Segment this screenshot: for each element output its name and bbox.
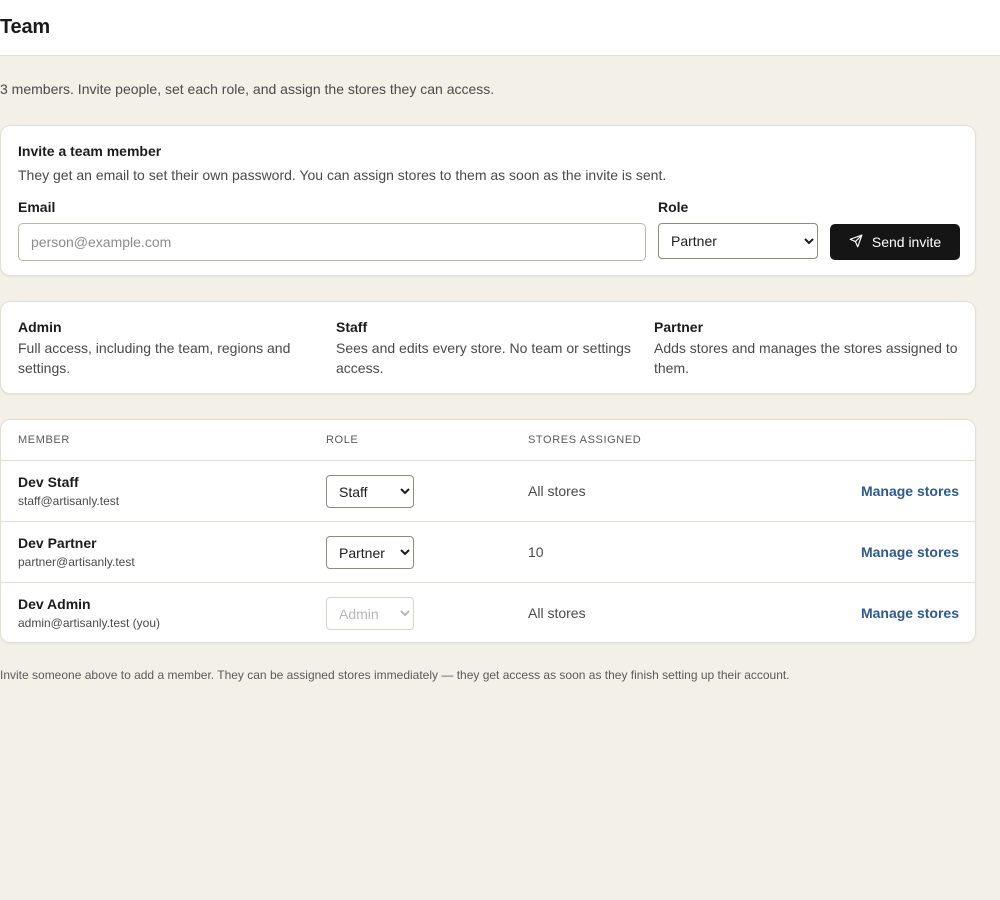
table-row: Dev Partner partner@artisanly.test Admin… [1, 522, 975, 583]
manage-stores-link[interactable]: Manage stores [861, 483, 959, 499]
table-header: MEMBER ROLE STORES ASSIGNED [1, 420, 975, 461]
role-name: Staff [336, 319, 368, 335]
stores-assigned: All stores [528, 483, 586, 499]
send-icon [849, 234, 863, 251]
invite-description: They get an email to set their own passw… [18, 167, 667, 183]
role-description: Adds stores and manages the stores assig… [654, 340, 958, 376]
member-role-select[interactable]: Admin Staff Partner [326, 536, 414, 569]
stores-assigned: 10 [528, 544, 544, 560]
role-staff-info: Staff Sees and edits every store. No tea… [336, 319, 636, 378]
member-email: staff@artisanly.test [18, 494, 120, 508]
stores-assigned: All stores [528, 605, 586, 621]
role-name: Partner [654, 319, 704, 335]
member-role-select[interactable]: Admin Staff Partner [326, 475, 414, 508]
email-label: Email [18, 199, 56, 215]
member-role-select: Admin [326, 597, 414, 630]
invite-role-select[interactable]: Admin Staff Partner [658, 223, 818, 259]
members-table: MEMBER ROLE STORES ASSIGNED Dev Staff st… [0, 419, 976, 643]
member-name: Dev Partner [18, 535, 97, 551]
page-title: Team [0, 16, 50, 38]
column-header-stores: STORES ASSIGNED [528, 434, 642, 446]
member-name: Dev Staff [18, 474, 79, 490]
page-subtitle: 3 members. Invite people, set each role,… [0, 81, 495, 97]
footnote: Invite someone above to add a member. Th… [0, 668, 790, 682]
top-bar: Team [0, 0, 1000, 56]
table-row: Dev Staff staff@artisanly.test Admin Sta… [1, 461, 975, 522]
role-description: Sees and edits every store. No team or s… [336, 340, 631, 376]
role-name: Admin [18, 319, 62, 335]
roles-legend-card: Admin Full access, including the team, r… [0, 301, 976, 394]
role-description: Full access, including the team, regions… [18, 340, 291, 376]
send-invite-label: Send invite [871, 234, 942, 250]
invite-card: Invite a team member They get an email t… [0, 125, 976, 276]
table-row: Dev Admin admin@artisanly.test (you) Adm… [1, 583, 975, 642]
column-header-member: MEMBER [18, 434, 70, 446]
role-label: Role [658, 199, 689, 215]
role-admin-info: Admin Full access, including the team, r… [18, 319, 318, 378]
send-invite-button[interactable]: Send invite [830, 224, 960, 260]
invite-title: Invite a team member [18, 143, 162, 159]
manage-stores-link[interactable]: Manage stores [861, 605, 959, 621]
member-name: Dev Admin [18, 596, 91, 612]
member-email: partner@artisanly.test [18, 555, 135, 569]
column-header-role: ROLE [326, 434, 359, 446]
email-input[interactable] [18, 223, 646, 261]
role-partner-info: Partner Adds stores and manages the stor… [654, 319, 964, 378]
manage-stores-link[interactable]: Manage stores [861, 544, 959, 560]
member-email: admin@artisanly.test (you) [18, 616, 161, 630]
